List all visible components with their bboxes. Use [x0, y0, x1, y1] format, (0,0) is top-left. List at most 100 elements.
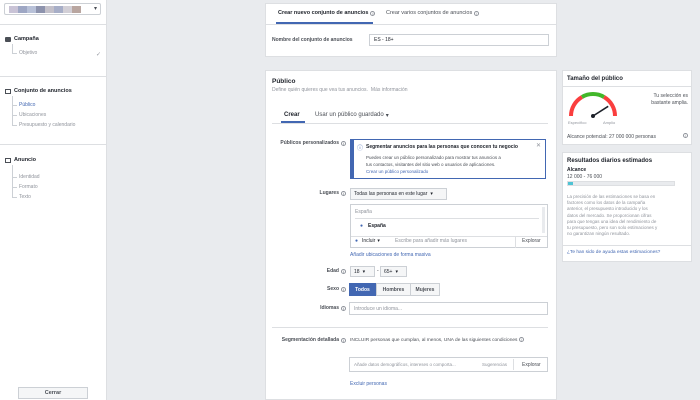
- audience-subtitle: Define quién quieres que vea tus anuncio…: [272, 87, 408, 93]
- location-pin-icon: ●: [360, 223, 364, 229]
- tree-tick: [12, 105, 17, 106]
- caret-down-icon: ▾: [385, 113, 389, 119]
- notice-accent-bar: [351, 140, 354, 178]
- info-icon: i: [341, 337, 346, 343]
- gauge-needle: [592, 105, 609, 117]
- audience-gauge: [569, 92, 617, 118]
- audience-title: Público: [272, 78, 296, 85]
- info-icon: i: [341, 268, 346, 274]
- reach-bar-fill: [568, 182, 574, 185]
- create-custom-audience-link[interactable]: Crear un público personalizado: [366, 169, 428, 174]
- adset-name-input[interactable]: ES - 18+: [369, 34, 549, 46]
- account-swatch: [9, 6, 18, 13]
- gender-women-button[interactable]: Mujeres: [410, 283, 440, 296]
- caret-down-icon: ▾: [377, 238, 380, 244]
- grid-icon: [5, 88, 11, 94]
- account-swatch: [27, 6, 36, 13]
- detailed-targeting-input[interactable]: Añade datos demográficos, intereses o co…: [354, 362, 456, 367]
- account-selector[interactable]: ▾: [4, 3, 101, 15]
- location-pin-icon: ●: [355, 238, 359, 244]
- account-swatch: [18, 6, 27, 13]
- sidebar-item-placements[interactable]: Ubicaciones: [19, 112, 46, 118]
- locations-box: España ● España ● Incluir ▾ Escribe para …: [350, 204, 548, 248]
- gauge-broad-label: Amplio: [603, 120, 616, 125]
- languages-input[interactable]: Introduce un idioma...: [349, 302, 548, 315]
- sidebar-item-identity[interactable]: Identidad: [19, 174, 40, 180]
- chevron-down-icon: ▾: [93, 6, 97, 12]
- scrollbar[interactable]: [542, 207, 545, 233]
- custom-audiences-label: Públicos personalizados i: [280, 140, 346, 146]
- include-dropdown[interactable]: Incluir ▾: [362, 238, 380, 244]
- tree-tick: [12, 187, 17, 188]
- divider: [0, 24, 107, 25]
- gauge-green-segment: [581, 92, 605, 99]
- info-icon: i: [518, 337, 524, 342]
- tree-tick: [12, 115, 17, 116]
- tab-saved-audience[interactable]: Usar un público guardado ▾: [315, 112, 389, 119]
- divider: [515, 236, 516, 248]
- locations-mode-dropdown[interactable]: Todas las personas en este lugar ▾: [350, 188, 447, 200]
- ad-icon: [5, 157, 11, 163]
- reach-bar: [567, 181, 675, 186]
- divider: [355, 218, 539, 219]
- location-search-input[interactable]: Escribe para añadir más lugares: [395, 238, 467, 244]
- sidebar-item-audience[interactable]: Público: [19, 102, 35, 108]
- age-min-dropdown[interactable]: 18 ▾: [350, 266, 375, 277]
- tab-create-new-adset[interactable]: Crear nuevo conjunto de anuncios i: [278, 10, 376, 16]
- tree-tick: [12, 197, 17, 198]
- gauge-red-segment: [569, 95, 584, 117]
- locations-label: Lugares i: [319, 190, 346, 196]
- sidebar-item-budget[interactable]: Presupuesto y calendario: [19, 122, 75, 128]
- gauge-red-segment: [602, 95, 617, 117]
- caret-down-icon: ▾: [430, 191, 433, 197]
- tree-line: [12, 96, 13, 126]
- close-icon[interactable]: ✕: [536, 142, 541, 149]
- sidebar: ▾ Campaña Objetivo ✓ Conjunto de anuncio…: [0, 0, 107, 400]
- tree-line: [12, 165, 13, 197]
- account-swatch: [72, 6, 81, 13]
- tree-tick: [12, 177, 17, 178]
- gender-men-button[interactable]: Hombres: [376, 283, 411, 296]
- audience-size-title: Tamaño del público: [567, 76, 623, 82]
- gender-label: Sexo i: [327, 286, 346, 292]
- tree-tick: [12, 125, 17, 126]
- adset-name-label: Nombre del conjunto de anuncios: [272, 37, 353, 43]
- estimates-feedback-link[interactable]: ¿Te han sido de ayuda estas estimaciones…: [567, 250, 660, 255]
- sidebar-item-text[interactable]: Texto: [19, 194, 31, 200]
- sidebar-section-adset[interactable]: Conjunto de anuncios: [5, 88, 72, 94]
- gauge-specific-label: Específico: [568, 120, 587, 125]
- sidebar-item-format[interactable]: Formato: [19, 184, 38, 190]
- account-swatch: [63, 6, 72, 13]
- info-icon: i: [341, 190, 346, 196]
- selected-location: España: [368, 223, 386, 229]
- info-icon: i: [341, 140, 346, 146]
- tab-create-audience[interactable]: Crear: [284, 112, 300, 118]
- close-button[interactable]: Cerrar: [18, 387, 88, 399]
- info-icon: i: [683, 133, 688, 138]
- locations-explore-button[interactable]: Explorar: [522, 238, 541, 244]
- divider: [272, 327, 548, 328]
- divider: [351, 236, 547, 237]
- tab-create-multiple-adsets[interactable]: Crear varios conjuntos de anuncios i: [386, 10, 480, 16]
- age-max-dropdown[interactable]: 65+ ▾: [380, 266, 407, 277]
- suggestions-button[interactable]: Sugerencias: [482, 362, 507, 367]
- tree-line: [12, 44, 13, 53]
- gender-all-button[interactable]: Todos: [349, 283, 376, 296]
- checkmark-icon: ✓: [96, 52, 102, 58]
- divider: [266, 24, 556, 25]
- daily-results-title: Resultados diarios estimados: [567, 158, 653, 164]
- detailed-explore-button[interactable]: Explorar: [522, 362, 541, 368]
- sidebar-section-ad[interactable]: Anuncio: [5, 157, 36, 163]
- account-swatch: [45, 6, 54, 13]
- account-swatch: [54, 6, 63, 13]
- caret-down-icon: ▾: [362, 268, 366, 275]
- divider: [563, 86, 691, 87]
- sidebar-section-campaign[interactable]: Campaña: [5, 36, 39, 42]
- more-info-link[interactable]: Más información: [371, 87, 408, 93]
- exclude-people-link[interactable]: Excluir personas: [350, 381, 387, 387]
- bulk-locations-link[interactable]: Añadir ubicaciones de forma masiva: [350, 252, 431, 258]
- info-icon: i: [474, 10, 480, 16]
- potential-reach: Alcance potencial: 27 000 000 personas: [567, 134, 656, 140]
- age-label: Edad i: [326, 268, 346, 274]
- sidebar-item-objective[interactable]: Objetivo: [19, 50, 37, 56]
